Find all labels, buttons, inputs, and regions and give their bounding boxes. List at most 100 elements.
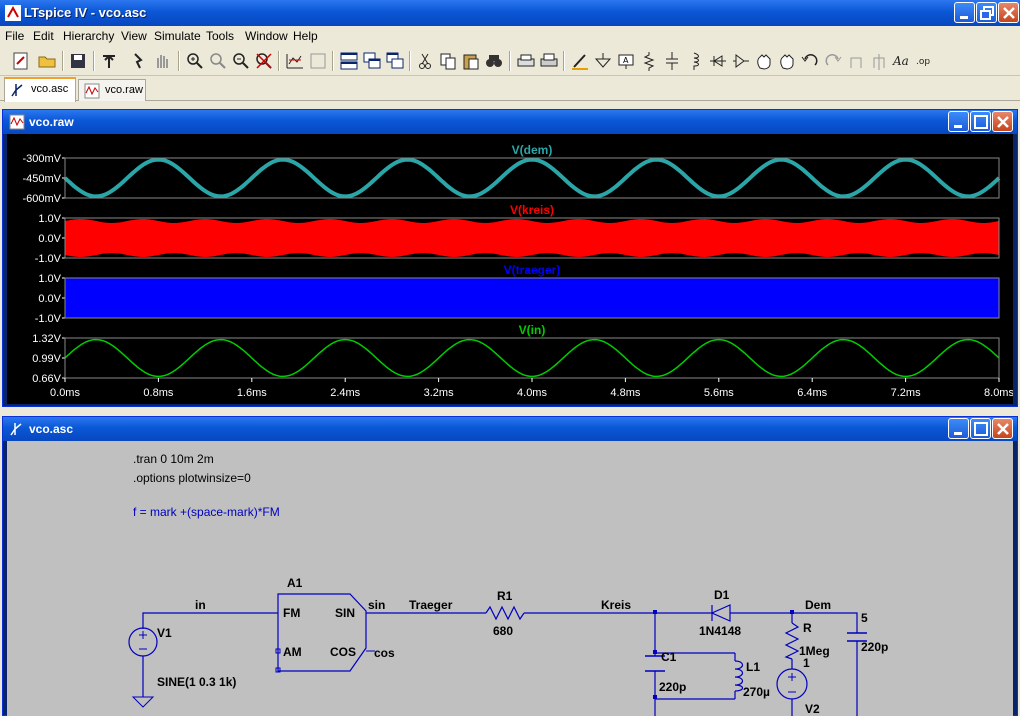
menu-window[interactable]: Window xyxy=(245,29,288,43)
net-traeger-label: Traeger xyxy=(409,598,453,612)
net-in-label: in xyxy=(195,598,206,612)
draw-wire-icon[interactable] xyxy=(569,50,591,72)
schematic-drawing[interactable]: .tran 0 10m 2m .options plotwinsize=0 f … xyxy=(7,441,1013,716)
tran-directive[interactable]: .tran 0 10m 2m xyxy=(133,452,214,466)
l1-inductor[interactable] xyxy=(734,660,744,692)
schematic-window: vco.asc .tran 0 10m 2m .options plotwins… xyxy=(2,416,1018,716)
title-bar: LTspice IV - vco.asc xyxy=(0,0,1020,26)
svg-text:A: A xyxy=(623,56,629,65)
halt-icon[interactable] xyxy=(151,50,173,72)
undo-icon[interactable] xyxy=(799,50,821,72)
tile-vertical-icon[interactable] xyxy=(384,50,406,72)
minimize-button[interactable] xyxy=(954,2,975,23)
options-directive[interactable]: .options plotwinsize=0 xyxy=(133,471,251,485)
waveform-viewer[interactable]: V(dem) -300mV -450mV -600mV V(kreis) 1.0V 0.0V… xyxy=(7,134,1014,404)
menu-edit[interactable]: Edit xyxy=(33,29,54,43)
schematic-window-title: vco.asc xyxy=(29,422,74,436)
menu-help[interactable]: Help xyxy=(293,29,318,43)
ground-symbol xyxy=(131,696,155,708)
v2-ref-label: V2 xyxy=(805,702,820,716)
waveform-plot[interactable]: V(dem) -300mV -450mV -600mV V(kreis) 1.0V 0.0V… xyxy=(7,134,1014,404)
restore-button[interactable] xyxy=(976,2,997,23)
tab-label: vco.asc xyxy=(31,83,69,95)
close-button[interactable] xyxy=(998,2,1019,23)
x-tick-label: 6.4ms xyxy=(797,387,827,399)
schematic-minimize-button[interactable] xyxy=(948,418,969,439)
mirror-icon[interactable] xyxy=(868,50,890,72)
d1-diode[interactable] xyxy=(710,604,731,622)
trace-label: V(kreis) xyxy=(510,203,554,217)
y-tick-label: 0.66V xyxy=(32,373,61,385)
inductor-icon[interactable] xyxy=(684,50,706,72)
autoscale-icon[interactable] xyxy=(284,50,306,72)
tab-vco-asc[interactable]: vco.asc xyxy=(4,77,76,102)
svg-text:Aa: Aa xyxy=(892,54,909,68)
plot-minimize-button[interactable] xyxy=(948,111,969,132)
toolbar-separator xyxy=(409,51,411,71)
copy-icon[interactable] xyxy=(437,50,459,72)
pan-icon[interactable] xyxy=(307,50,329,72)
y-tick-label: -600mV xyxy=(22,193,61,205)
menu-tools[interactable]: Tools xyxy=(206,29,234,43)
r1-ref-label: R1 xyxy=(497,589,513,603)
minimize-icon xyxy=(954,125,962,128)
find-icon[interactable] xyxy=(483,50,505,72)
move-icon[interactable] xyxy=(753,50,775,72)
menu-file[interactable]: File xyxy=(5,29,24,43)
r1-resistor[interactable] xyxy=(485,605,525,621)
ltspice-logo-icon xyxy=(5,5,21,21)
cascade-icon[interactable] xyxy=(361,50,383,72)
schematic-window-caption: vco.asc xyxy=(3,417,1017,441)
trace-label: V(dem) xyxy=(512,143,553,157)
r-index-label: 1 xyxy=(803,656,810,670)
label-net-icon[interactable]: A xyxy=(615,50,637,72)
plot-close-button[interactable] xyxy=(992,111,1013,132)
cos-pin-label: COS xyxy=(330,645,356,659)
toolbar-separator xyxy=(62,51,64,71)
redo-icon[interactable] xyxy=(822,50,844,72)
toolbar-separator xyxy=(509,51,511,71)
component-icon[interactable] xyxy=(730,50,752,72)
zoom-out-icon[interactable] xyxy=(230,50,252,72)
plot-maximize-button[interactable] xyxy=(970,111,991,132)
schematic-maximize-button[interactable] xyxy=(970,418,991,439)
schematic-icon xyxy=(10,423,22,436)
toolbar-separator xyxy=(278,51,280,71)
open-icon[interactable] xyxy=(36,50,58,72)
capacitor-icon[interactable] xyxy=(661,50,683,72)
ltspice-app: LTspice IV - vco.asc File Edit Hierarchy… xyxy=(0,0,1020,716)
zoom-box-icon[interactable] xyxy=(207,50,229,72)
c5-ref-label: 5 xyxy=(861,611,868,625)
paste-icon[interactable] xyxy=(460,50,482,72)
menu-view[interactable]: View xyxy=(121,29,147,43)
comment-text[interactable]: f = mark +(space-mark)*FM xyxy=(133,505,280,519)
y-tick-label: -450mV xyxy=(22,173,61,185)
menu-simulate[interactable]: Simulate xyxy=(154,29,201,43)
tab-vco-raw[interactable]: vco.raw xyxy=(78,79,146,101)
tile-horizontal-icon[interactable] xyxy=(338,50,360,72)
menu-hierarchy[interactable]: Hierarchy xyxy=(63,29,114,43)
print-setup-icon[interactable] xyxy=(515,50,537,72)
rotate-icon[interactable] xyxy=(845,50,867,72)
r-resistor[interactable] xyxy=(784,622,800,660)
drag-icon[interactable] xyxy=(776,50,798,72)
schematic-canvas[interactable]: .tran 0 10m 2m .options plotwinsize=0 f … xyxy=(7,441,1013,716)
control-panel-icon[interactable] xyxy=(98,50,120,72)
print-icon[interactable] xyxy=(538,50,560,72)
run-icon[interactable] xyxy=(127,50,149,72)
close-icon xyxy=(997,423,1009,435)
spice-directive-icon[interactable]: .op xyxy=(914,50,936,72)
ground-icon[interactable] xyxy=(592,50,614,72)
new-schematic-icon[interactable] xyxy=(10,50,32,72)
zoom-cancel-icon[interactable] xyxy=(253,50,275,72)
x-tick-label: 7.2ms xyxy=(891,387,921,399)
x-tick-label: 3.2ms xyxy=(424,387,454,399)
zoom-in-icon[interactable] xyxy=(184,50,206,72)
resistor-icon[interactable] xyxy=(638,50,660,72)
text-icon[interactable]: Aa xyxy=(891,50,913,72)
save-icon[interactable] xyxy=(67,50,89,72)
d1-value-label: 1N4148 xyxy=(699,624,741,638)
cut-icon[interactable] xyxy=(414,50,436,72)
schematic-close-button[interactable] xyxy=(992,418,1013,439)
diode-icon[interactable] xyxy=(707,50,729,72)
